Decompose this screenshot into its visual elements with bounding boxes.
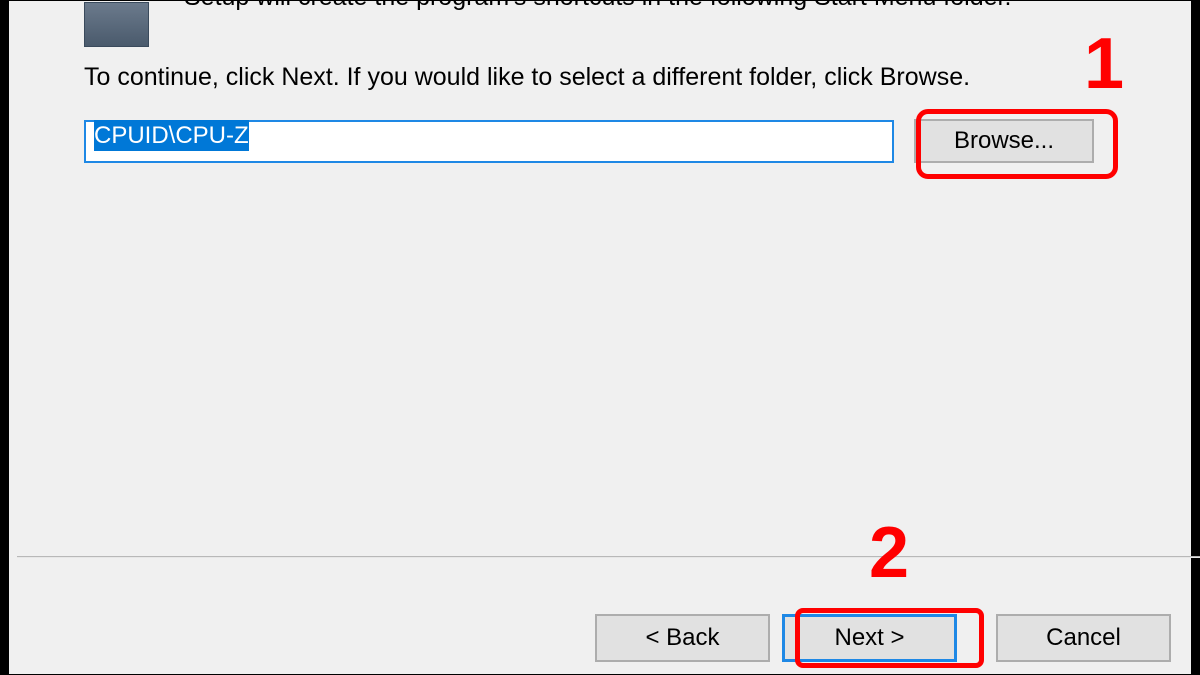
cancel-button[interactable]: Cancel bbox=[996, 614, 1171, 662]
header-text: Setup will create the program's shortcut… bbox=[184, 0, 1011, 14]
instruction-text: To continue, click Next. If you would li… bbox=[84, 63, 970, 92]
content-area: Setup will create the program's shortcut… bbox=[9, 1, 1191, 551]
folder-icon bbox=[84, 0, 149, 47]
button-row: < Back Next > Cancel bbox=[595, 614, 1171, 662]
annotation-marker-1: 1 bbox=[1084, 23, 1124, 105]
path-row: CPUID\CPU-Z Browse... bbox=[84, 119, 1094, 163]
separator-line bbox=[17, 556, 1200, 558]
folder-path-selected-text: CPUID\CPU-Z bbox=[94, 120, 249, 151]
browse-button[interactable]: Browse... bbox=[914, 119, 1094, 163]
installer-dialog: Setup will create the program's shortcut… bbox=[8, 0, 1192, 675]
folder-path-input[interactable]: CPUID\CPU-Z bbox=[84, 120, 894, 163]
annotation-marker-2: 2 bbox=[869, 512, 909, 594]
folder-icon-area bbox=[84, 0, 149, 47]
next-button[interactable]: Next > bbox=[782, 614, 957, 662]
back-button[interactable]: < Back bbox=[595, 614, 770, 662]
